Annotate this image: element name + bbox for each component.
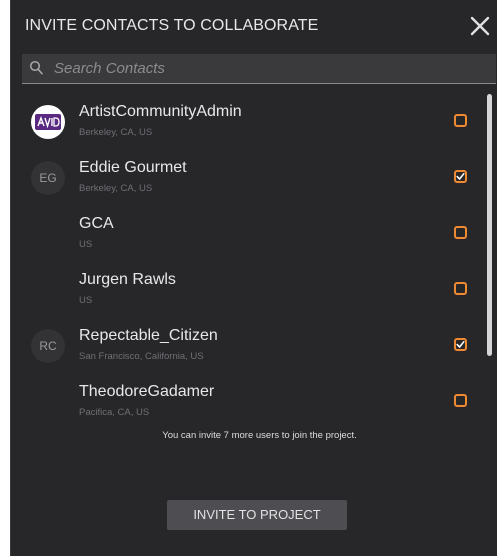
checkmark-icon xyxy=(456,173,465,180)
contact-row[interactable]: RC Repectable_Citizen San Francisco, Calif… xyxy=(11,318,481,374)
contact-location: Berkeley, CA, US xyxy=(79,127,153,138)
contact-row[interactable]: TheodoreGadamer Pacifica, CA, US xyxy=(11,374,481,424)
contact-list: ArtistCommunityAdmin Berkeley, CA, US EG Ed… xyxy=(11,94,497,424)
contact-row[interactable]: GCA US xyxy=(11,206,481,262)
dialog-header: INVITE CONTACTS TO COLLABORATE xyxy=(11,0,497,52)
contact-name: Eddie Gourmet xyxy=(79,159,187,176)
contact-name: GCA xyxy=(79,215,114,232)
search-icon xyxy=(29,60,44,76)
checkbox-checked[interactable] xyxy=(454,338,467,351)
checkbox-unchecked[interactable] xyxy=(454,114,467,127)
contact-location: US xyxy=(79,239,93,250)
invite-to-project-button[interactable]: INVITE TO PROJECT xyxy=(167,500,347,530)
search-input[interactable] xyxy=(46,54,497,83)
checkbox-unchecked[interactable] xyxy=(454,394,467,407)
avid-logo-avatar xyxy=(31,105,65,139)
contact-location: Berkeley, CA, US xyxy=(79,183,153,194)
checkbox-checked[interactable] xyxy=(454,170,467,183)
checkbox-unchecked[interactable] xyxy=(454,226,467,239)
checkbox-unchecked[interactable] xyxy=(454,282,467,295)
dialog-title: INVITE CONTACTS TO COLLABORATE xyxy=(25,17,319,34)
contact-location: Pacifica, CA, US xyxy=(79,407,150,418)
contact-location: San Francisco, California, US xyxy=(79,351,204,362)
contact-row[interactable]: Jurgen Rawls US xyxy=(11,262,481,318)
contact-name: ArtistCommunityAdmin xyxy=(79,103,242,120)
invite-limit-note: You can invite 7 more users to join the … xyxy=(162,430,357,441)
contact-name: TheodoreGadamer xyxy=(79,383,215,400)
contact-row[interactable]: EG Eddie Gourmet Berkeley, CA, US xyxy=(11,150,481,206)
contact-name: Repectable_Citizen xyxy=(79,327,218,344)
checkmark-icon xyxy=(456,341,465,348)
avatar: EG xyxy=(31,161,65,195)
close-icon[interactable] xyxy=(468,14,492,38)
avatar: RC xyxy=(31,329,65,363)
contact-row[interactable]: ArtistCommunityAdmin Berkeley, CA, US xyxy=(11,94,481,150)
invite-dialog: INVITE CONTACTS TO COLLABORATE ArtistCom… xyxy=(10,0,497,556)
scrollbar[interactable] xyxy=(487,94,492,356)
contact-location: US xyxy=(79,295,93,306)
search-bar xyxy=(22,54,497,84)
contact-name: Jurgen Rawls xyxy=(79,271,176,288)
